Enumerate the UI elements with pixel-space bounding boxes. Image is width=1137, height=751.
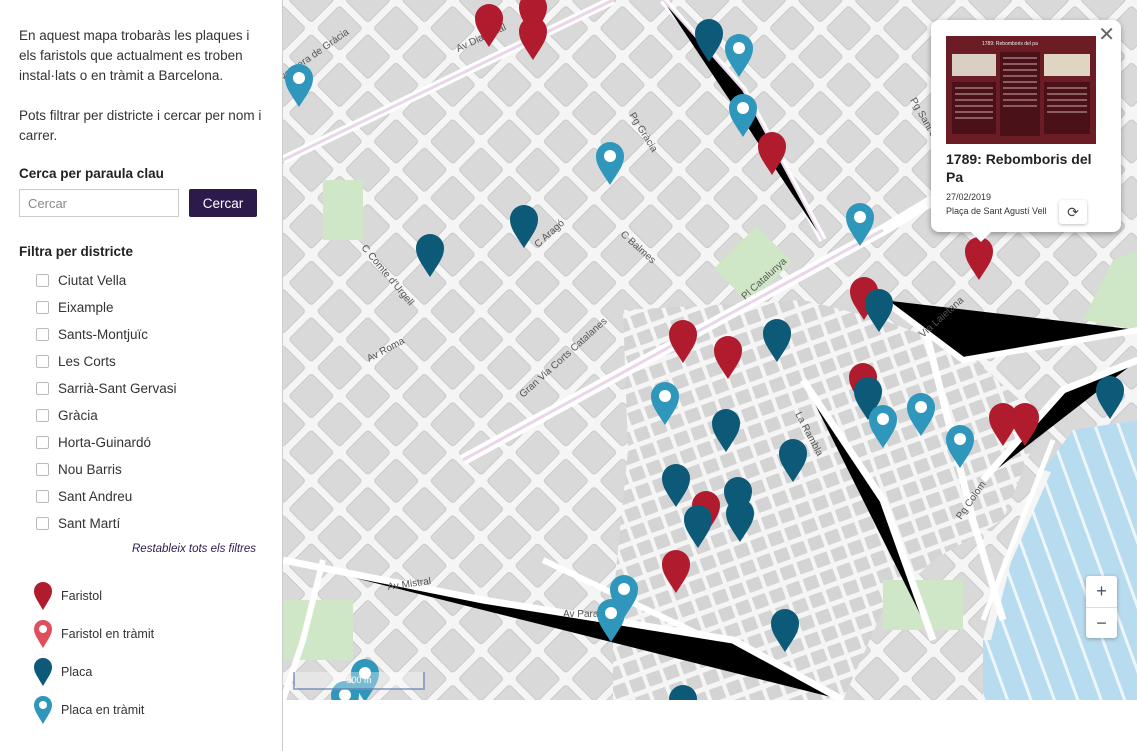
close-icon[interactable]: ✕ (1098, 22, 1115, 47)
placa-marker[interactable] (662, 464, 690, 507)
faristol-marker[interactable] (714, 336, 742, 379)
placa-marker[interactable] (763, 319, 791, 362)
intro-filter-text: Pots filtrar per districte i cercar per … (19, 108, 262, 143)
zoom-out-button[interactable]: − (1086, 608, 1117, 639)
placa-en-tramit-marker[interactable] (285, 64, 313, 107)
intro-text: En aquest mapa trobaràs les plaques i el… (19, 28, 250, 83)
placa-marker[interactable] (684, 505, 712, 548)
filter-heading: Filtra per districte (19, 244, 134, 259)
district-filter[interactable]: Ciutat Vella (36, 267, 263, 294)
map-footer (282, 700, 1137, 751)
map[interactable]: Av Diagonal vessera de Gràcia Pg Gràcia … (282, 0, 1137, 700)
legend: Faristol Faristol en tràmit Placa Placa … (19, 577, 263, 729)
placa-en-tramit-marker[interactable] (651, 382, 679, 425)
placa-marker[interactable] (695, 19, 723, 62)
placa-en-tramit-marker[interactable] (869, 405, 897, 448)
district-filter[interactable]: Sants-Montjuïc (36, 321, 263, 348)
popup-place: Plaça de Sant Agustí Vell (946, 206, 1047, 216)
placa-marker[interactable] (779, 439, 807, 482)
zoom-in-button[interactable]: + (1086, 576, 1117, 608)
district-filter[interactable]: Horta-Guinardó (36, 429, 263, 456)
search-heading: Cerca per paraula clau (19, 166, 164, 181)
placa-en-tramit-marker[interactable] (846, 203, 874, 246)
legend-item: Faristol (33, 577, 263, 615)
placa-en-tramit-marker[interactable] (725, 34, 753, 77)
district-filter[interactable]: Les Corts (36, 348, 263, 375)
district-filter-list: Ciutat Vella Eixample Sants-Montjuïc Les… (19, 267, 263, 537)
checkbox[interactable] (36, 301, 49, 314)
district-filter[interactable]: Eixample (36, 294, 263, 321)
reset-filters-link[interactable]: Restableix tots els filtres (19, 543, 256, 555)
marker-icon (34, 582, 52, 610)
checkbox[interactable] (36, 436, 49, 449)
info-popup: ✕ 1789: Rebomboris del pa 1789: Rebombor… (931, 20, 1121, 242)
faristol-marker[interactable] (669, 320, 697, 363)
placa-en-tramit-marker[interactable] (597, 599, 625, 642)
sidebar: En aquest mapa trobaràs les plaques i el… (0, 0, 282, 751)
marker-icon (34, 620, 52, 648)
search-button[interactable]: Cercar (189, 189, 257, 217)
placa-marker[interactable] (865, 289, 893, 332)
placa-en-tramit-marker[interactable] (729, 94, 757, 137)
district-filter[interactable]: Gràcia (36, 402, 263, 429)
faristol-marker[interactable] (965, 237, 993, 280)
district-filter[interactable]: Sarrià-Sant Gervasi (36, 375, 263, 402)
placa-en-tramit-marker[interactable] (596, 142, 624, 185)
legend-item: Placa en tràmit (33, 691, 263, 729)
popup-image: 1789: Rebomboris del pa (946, 36, 1096, 144)
popup-date: 27/02/2019 (946, 192, 992, 202)
placa-marker[interactable] (771, 609, 799, 652)
district-filter[interactable]: Sant Martí (36, 510, 263, 537)
faristol-marker[interactable] (1011, 403, 1039, 446)
faristol-marker[interactable] (662, 550, 690, 593)
checkbox[interactable] (36, 490, 49, 503)
district-filter[interactable]: Sant Andreu (36, 483, 263, 510)
district-filter[interactable]: Nou Barris (36, 456, 263, 483)
faristol-marker[interactable] (758, 132, 786, 175)
checkbox[interactable] (36, 328, 49, 341)
placa-marker[interactable] (669, 685, 697, 700)
refresh-icon[interactable]: ⟳ (1059, 200, 1087, 224)
placa-marker[interactable] (712, 409, 740, 452)
image-title: 1789: Rebomboris del pa (982, 41, 1038, 47)
placa-marker[interactable] (510, 205, 538, 248)
search-input[interactable] (19, 189, 179, 217)
legend-item: Placa (33, 653, 263, 691)
marker-icon (34, 658, 52, 686)
placa-en-tramit-marker[interactable] (907, 393, 935, 436)
placa-marker[interactable] (726, 499, 754, 542)
faristol-marker[interactable] (519, 17, 547, 60)
checkbox[interactable] (36, 409, 49, 422)
popup-title: 1789: Rebomboris del Pa (946, 151, 1092, 185)
checkbox[interactable] (36, 517, 49, 530)
placa-marker[interactable] (416, 234, 444, 277)
faristol-marker[interactable] (475, 4, 503, 47)
checkbox[interactable] (36, 382, 49, 395)
legend-item: Faristol en tràmit (33, 615, 263, 653)
scale-bar: 500 m (293, 672, 425, 690)
checkbox[interactable] (36, 463, 49, 476)
checkbox[interactable] (36, 274, 49, 287)
checkbox[interactable] (36, 355, 49, 368)
zoom-control: + − (1086, 576, 1117, 638)
marker-icon (34, 696, 52, 724)
placa-en-tramit-marker[interactable] (946, 425, 974, 468)
placa-marker[interactable] (1096, 376, 1124, 419)
